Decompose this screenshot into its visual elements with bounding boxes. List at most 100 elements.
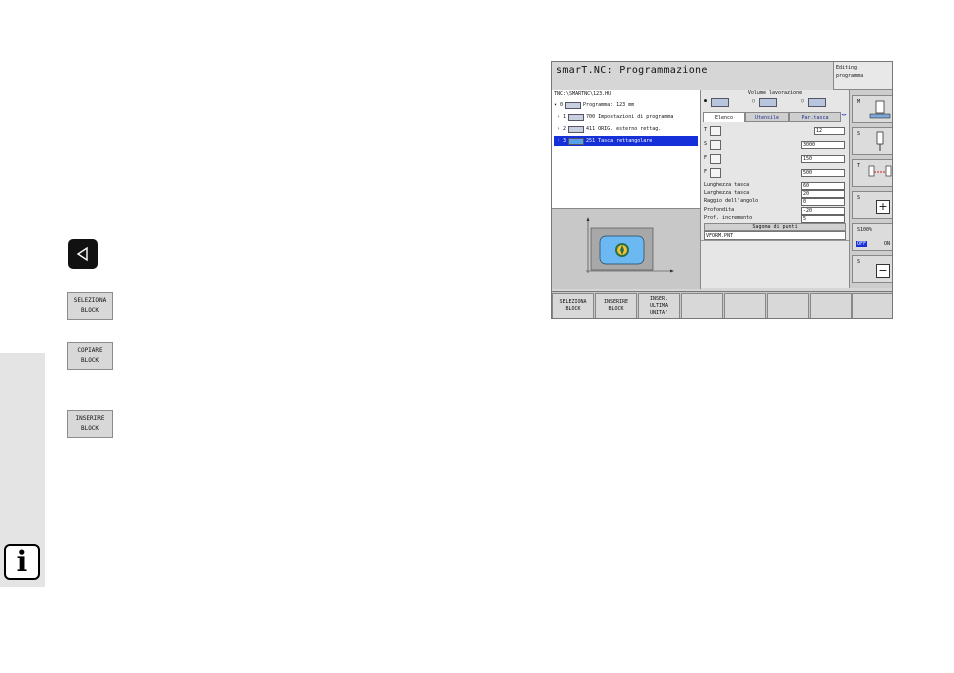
softkey-label: S [857,259,861,265]
softkey-empty[interactable] [681,293,723,318]
softkey-s-minus[interactable]: S − [852,255,892,283]
softkey-line: INSERIRE [75,415,105,422]
vertical-softkeys: M S T S + S100% OFF ON S − [849,90,892,288]
tree-row-num: 3 [563,138,567,144]
info-icon: i [4,544,40,580]
pattern-file-field[interactable]: VFORM.PNT [704,231,846,240]
softkey-label: M [857,99,861,105]
coolant-icon [869,100,891,119]
milling-feed-icon [710,168,721,178]
softkey-line: INSER. [649,295,669,302]
tool-row: F 500 [704,168,846,178]
volume-radio[interactable]: ○ [801,98,804,104]
softkey-label: S100% [857,227,873,233]
tool-field[interactable]: 12 [814,127,845,135]
spindle-icon [710,140,721,150]
softkey-line: COPIARE [77,347,103,354]
tree-row-num: 2 [563,126,567,132]
spindle-icon [876,131,884,151]
tab-scroll-icon[interactable]: ◂▸ [841,112,847,118]
softkey-m-function[interactable]: M [852,95,892,123]
softkey-empty[interactable] [724,293,766,318]
param-field[interactable]: 60 [801,182,845,190]
program-tree: TNC:\SMARTNC\123.HU ▾ 0 Programma: 123 m… [552,90,701,208]
tree-row-text: Programma: 123 mm [583,102,635,108]
softkey-inser-ultima-unita[interactable]: INSER. ULTIMA UNITA' [638,293,680,318]
param-field[interactable]: 5 [801,215,845,223]
tab-utensile[interactable]: Utensile [745,112,789,122]
softkey-line: UNITA' [649,309,669,316]
tool-row: F 150 [704,154,846,164]
softkey-s-spindle[interactable]: S [852,127,892,155]
tool-row-key: F [704,155,708,161]
softkey-empty[interactable] [852,293,892,318]
tree-row-num: 1 [563,114,567,120]
tree-row-num: 0 [560,102,564,108]
expand-icon: › [554,114,564,120]
volume-radio-selected[interactable]: ● [704,98,707,104]
tab-par-tasca[interactable]: Par.tasca [789,112,841,122]
tool-row-key: T [704,127,708,133]
expand-icon: · [554,138,564,144]
milling-feed-field[interactable]: 500 [801,169,845,177]
pattern-title: Sagoma di punti [704,223,846,231]
bottom-softkeys: SELEZIONA BLOCK INSERIRE BLOCK INSER. UL… [552,291,892,318]
softkey-line: INSERIRE [603,299,629,305]
datum-unit-icon [568,125,585,133]
plunge-feed-field[interactable]: 150 [801,155,845,163]
screen-title: smarT.NC: Programmazione [556,65,708,76]
softkey-inserire-block[interactable]: INSERIRE BLOCK [67,410,113,438]
softkey-line: SELEZIONA [73,297,107,304]
tree-row-text: 700 Impostazioni di programma [586,114,674,120]
file-path: TNC:\SMARTNC\123.HU [554,91,612,97]
softkey-s100-override[interactable]: S100% OFF ON [852,223,892,251]
plus-icon: + [876,200,890,214]
tree-row[interactable]: ▾ 0 Programma: 123 mm [554,100,698,110]
tree-row[interactable]: › 1 700 Impostazioni di programma [554,112,698,122]
softkey-line: SELEZIONA [559,299,587,305]
softkey-line: BLOCK [80,307,100,314]
softkey-empty[interactable] [767,293,809,318]
param-field[interactable]: 0 [801,198,845,206]
volume-label: Volume lavorazione [747,90,803,96]
graphic-preview [552,208,701,289]
softkey-t-tool[interactable]: T [852,159,892,187]
param-label: Lunghezza tasca [704,182,750,188]
expand-icon: › [554,126,564,132]
softkey-copiare-block[interactable]: COPIARE BLOCK [67,342,113,370]
volume-full-icon [711,98,729,107]
tnc-screen: smarT.NC: Programmazione Editing program… [551,61,893,319]
softkey-empty[interactable] [810,293,852,318]
param-row: Lunghezza tasca 60 [704,182,846,190]
param-label: Profondita [704,207,735,213]
minus-icon: − [876,264,890,278]
param-row: Raggio dell'angolo 0 [704,198,846,206]
tab-elenco[interactable]: Elenco [703,112,745,122]
tool-row: S 3000 [704,140,846,150]
softkey-label: T [857,163,861,169]
mode-line: programma [836,73,864,79]
program-icon [565,101,582,109]
settings-unit-icon [568,113,585,121]
back-arrow-key[interactable] [68,239,98,269]
param-label: Raggio dell'angolo [704,198,759,204]
param-field[interactable]: -20 [801,207,845,215]
softkey-seleziona-block[interactable]: SELEZIONA BLOCK [552,293,594,318]
param-row: Prof. incremento 5 [704,215,846,223]
mode-line: Editing [836,65,858,71]
spindle-speed-field[interactable]: 3000 [801,141,845,149]
volume-radio[interactable]: ○ [752,98,755,104]
tool-row-key: F [704,169,708,175]
softkey-seleziona-block[interactable]: SELEZIONA BLOCK [67,292,113,320]
tree-row[interactable]: › 2 411 ORIG. esterno rettag. [554,124,698,134]
tree-row-text: 411 ORIG. esterno rettag. [586,126,662,132]
title-bar: smarT.NC: Programmazione [552,62,834,91]
off-label: OFF [856,241,868,247]
softkey-inserire-block[interactable]: INSERIRE BLOCK [595,293,637,318]
param-label: Prof. incremento [704,215,753,221]
softkey-line: BLOCK [608,306,624,312]
softkey-s-plus[interactable]: S + [852,191,892,219]
param-field[interactable]: 20 [801,190,845,198]
on-label: ON [884,241,891,247]
tree-row-selected[interactable]: · 3 251 Tasca rettangolare [554,136,698,146]
